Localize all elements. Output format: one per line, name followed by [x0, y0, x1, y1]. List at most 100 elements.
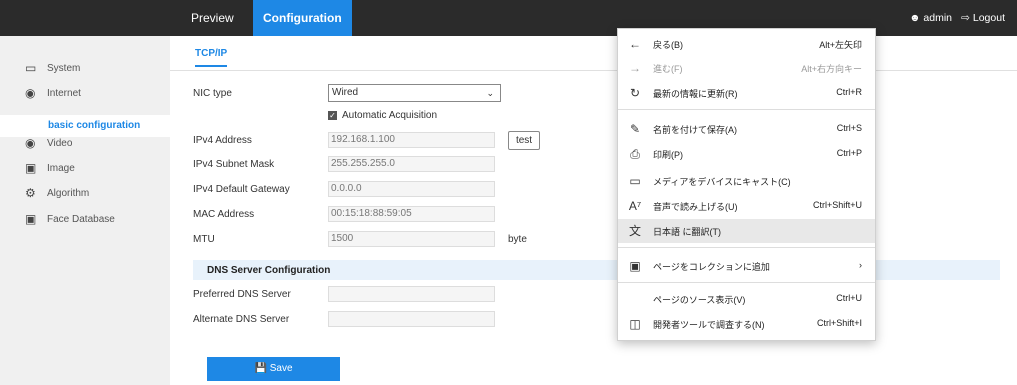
mtu-field[interactable]: 1500 — [328, 231, 495, 247]
menu-item-devtools[interactable]: ◫ 開発者ツールで調査する(N) Ctrl+Shift+I — [618, 312, 875, 336]
save-icon: 💾 — [254, 363, 267, 374]
subnet-mask-field[interactable]: 255.255.255.0 — [328, 156, 495, 172]
menu-item-label: 名前を付けて保存(A) — [653, 125, 737, 135]
menu-item-translate[interactable]: 文 日本語 に翻訳(T) — [618, 219, 875, 243]
tab-preview[interactable]: Preview — [181, 0, 244, 36]
tab-tcp-ip[interactable]: TCP/IP — [195, 48, 228, 67]
menu-item-label: 日本語 に翻訳(T) — [653, 227, 721, 237]
mtu-unit-label: byte — [508, 234, 527, 245]
menu-item-label: 進む(F) — [653, 64, 683, 74]
gears-icon: ⚙ — [25, 186, 36, 200]
menu-item-label: 開発者ツールで調査する(N) — [653, 320, 765, 330]
subnet-mask-label: IPv4 Subnet Mask — [193, 159, 275, 170]
sidebar-item-system[interactable]: ▭ System — [0, 58, 170, 80]
preferred-dns-field[interactable] — [328, 286, 495, 302]
read-aloud-icon: A⁷ — [628, 199, 642, 213]
automatic-acquisition-checkbox[interactable]: ✓ — [328, 111, 337, 120]
menu-item-refresh[interactable]: ↻ 最新の情報に更新(R) Ctrl+R — [618, 81, 875, 105]
subtab-bar: TCP/IP — [170, 36, 1017, 71]
logout-icon: ⇨ — [961, 12, 970, 24]
image-icon: ▣ — [25, 161, 37, 175]
nic-type-select[interactable]: Wired ⌄ — [328, 84, 501, 102]
refresh-icon: ↻ — [629, 86, 641, 100]
alternate-dns-label: Alternate DNS Server — [193, 314, 290, 325]
menu-item-read-aloud[interactable]: A⁷ 音声で読み上げる(U) Ctrl+Shift+U — [618, 194, 875, 218]
face-scan-icon: ▣ — [25, 212, 37, 226]
menu-item-shortcut: Ctrl+U — [836, 293, 862, 303]
collections-icon: ▣ — [629, 259, 641, 273]
devtools-icon: ◫ — [629, 317, 641, 331]
menu-item-shortcut: Ctrl+Shift+I — [816, 318, 862, 328]
sidebar-item-internet[interactable]: ◉ Internet — [0, 83, 170, 105]
menu-divider — [618, 109, 875, 110]
monitor-icon: ▭ — [25, 61, 37, 75]
default-gateway-field[interactable]: 0.0.0.0 — [328, 181, 495, 197]
automatic-acquisition-label: Automatic Acquisition — [342, 110, 438, 121]
menu-divider — [618, 282, 875, 283]
sidebar: ▭ System ◉ Internet basic configuration … — [0, 36, 170, 385]
nic-type-value: Wired — [332, 87, 359, 98]
globe-icon: ◉ — [25, 86, 36, 100]
menu-item-shortcut: Alt+右方向キー — [801, 64, 862, 74]
logout-label: Logout — [972, 12, 1005, 24]
sidebar-item-label: Algorithm — [47, 188, 90, 199]
forward-arrow-icon: → — [629, 61, 641, 75]
dns-section-header: DNS Server Configuration — [193, 260, 1000, 280]
test-button[interactable]: test — [508, 131, 540, 150]
sidebar-item-face-database[interactable]: ▣ Face Database — [0, 209, 170, 231]
mac-address-label: MAC Address — [193, 209, 255, 220]
translate-icon: 文 — [628, 224, 641, 238]
menu-item-cast[interactable]: ▭ メディアをデバイスにキャスト(C) — [618, 169, 875, 193]
sidebar-item-label: Face Database — [47, 214, 115, 225]
dns-section-title: DNS Server Configuration — [207, 265, 331, 276]
menu-item-add-to-collections[interactable]: ▣ ページをコレクションに追加 › — [618, 254, 875, 278]
cast-icon: ▭ — [629, 174, 641, 188]
ipv4-address-label: IPv4 Address — [193, 135, 252, 146]
sidebar-item-algorithm[interactable]: ⚙ Algorithm — [0, 183, 170, 205]
sidebar-item-video[interactable]: ◉ Video — [0, 133, 170, 155]
menu-item-print[interactable]: ⎙ 印刷(P) Ctrl+P — [618, 142, 875, 166]
menu-item-label: 最新の情報に更新(R) — [653, 89, 738, 99]
preferred-dns-label: Preferred DNS Server — [193, 289, 291, 300]
user-menu[interactable]: ☻ admin — [909, 0, 952, 36]
save-as-icon: ✎ — [629, 122, 641, 136]
menu-item-label: ページのソース表示(V) — [653, 295, 746, 305]
menu-item-label: 戻る(B) — [653, 40, 683, 50]
sidebar-item-label: System — [47, 63, 81, 74]
menu-item-back[interactable]: ← 戻る(B) Alt+左矢印 — [618, 32, 875, 56]
menu-item-view-source[interactable]: ページのソース表示(V) Ctrl+U — [618, 287, 875, 311]
chevron-right-icon: › — [859, 260, 862, 270]
menu-item-save-as[interactable]: ✎ 名前を付けて保存(A) Ctrl+S — [618, 117, 875, 141]
username: admin — [923, 12, 952, 24]
user-icon: ☻ — [909, 12, 921, 24]
save-button[interactable]: 💾 Save — [207, 357, 340, 381]
menu-item-label: ページをコレクションに追加 — [653, 262, 770, 272]
menu-item-shortcut: Ctrl+P — [836, 148, 862, 158]
menu-item-forward[interactable]: → 進む(F) Alt+右方向キー — [618, 56, 875, 80]
logout-button[interactable]: ⇨ Logout — [961, 0, 1005, 36]
browser-context-menu: ← 戻る(B) Alt+左矢印 → 進む(F) Alt+右方向キー ↻ 最新の情… — [617, 28, 876, 341]
save-button-label: Save — [269, 363, 293, 374]
nic-type-label: NIC type — [193, 88, 232, 99]
ipv4-address-field[interactable]: 192.168.1.100 — [328, 132, 495, 148]
alternate-dns-field[interactable] — [328, 311, 495, 327]
back-arrow-icon: ← — [629, 37, 641, 51]
menu-item-label: 印刷(P) — [653, 150, 683, 160]
default-gateway-label: IPv4 Default Gateway — [193, 184, 290, 195]
tab-configuration[interactable]: Configuration — [253, 0, 352, 36]
sidebar-item-label: Internet — [47, 88, 81, 99]
sidebar-item-label: Video — [47, 138, 73, 149]
camera-icon: ◉ — [25, 136, 36, 150]
chevron-down-icon: ⌄ — [486, 88, 494, 98]
menu-item-shortcut: Ctrl+Shift+U — [812, 200, 862, 210]
menu-item-label: メディアをデバイスにキャスト(C) — [653, 177, 791, 187]
print-icon: ⎙ — [630, 147, 640, 161]
menu-divider — [618, 247, 875, 248]
menu-item-shortcut: Ctrl+S — [836, 123, 862, 133]
sidebar-item-label: Image — [47, 163, 75, 174]
menu-item-shortcut: Ctrl+R — [836, 87, 862, 97]
mac-address-field[interactable]: 00:15:18:88:59:05 — [328, 206, 495, 222]
menu-item-label: 音声で読み上げる(U) — [653, 202, 738, 212]
sidebar-item-image[interactable]: ▣ Image — [0, 158, 170, 180]
mtu-label: MTU — [193, 234, 215, 245]
